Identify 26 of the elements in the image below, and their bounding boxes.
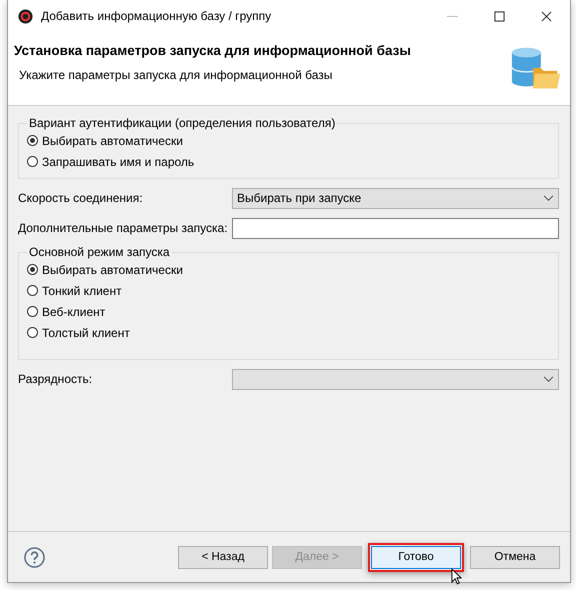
radio-option[interactable]: Тонкий клиент <box>27 280 122 301</box>
radio-option[interactable]: Запрашивать имя и пароль <box>27 151 194 172</box>
radio-option[interactable]: Веб-клиент <box>27 301 106 322</box>
group-legend: Основной режим запуска <box>27 245 172 259</box>
radio-option[interactable]: Толстый клиент <box>27 322 130 343</box>
radio-option[interactable]: Выбирать автоматически <box>27 130 183 151</box>
cursor-icon <box>451 568 462 585</box>
chevron-down-icon <box>543 194 554 202</box>
close-icon[interactable] <box>541 10 552 22</box>
app-logo-icon <box>18 8 33 24</box>
field-label: Дополнительные параметры запуска: <box>18 221 229 235</box>
help-icon[interactable] <box>24 546 45 568</box>
window-title: Добавить информационную базу / группу <box>41 9 272 23</box>
group-legend: Вариант аутентификации (определения пользователя) <box>27 116 338 130</box>
field-label: Скорость соединения: <box>18 191 144 205</box>
wizard-button[interactable]: Отмена <box>470 546 560 568</box>
connection-speed-dropdown[interactable]: Выбирать при запуске <box>232 188 559 208</box>
field-label: Разрядность: <box>18 372 94 386</box>
page-subtitle: Укажите параметры запуска для информационной базы <box>19 68 334 82</box>
launch-parameters-field[interactable] <box>232 218 559 238</box>
wizard-button[interactable]: < Назад <box>178 546 268 568</box>
maximize-icon[interactable] <box>494 10 505 22</box>
page-title: Установка параметров запуска для информационной базы <box>14 43 412 58</box>
chevron-down-icon <box>543 376 554 382</box>
radio-option[interactable]: Выбирать автоматически <box>27 259 183 280</box>
finish-button[interactable]: Готово <box>371 546 461 568</box>
